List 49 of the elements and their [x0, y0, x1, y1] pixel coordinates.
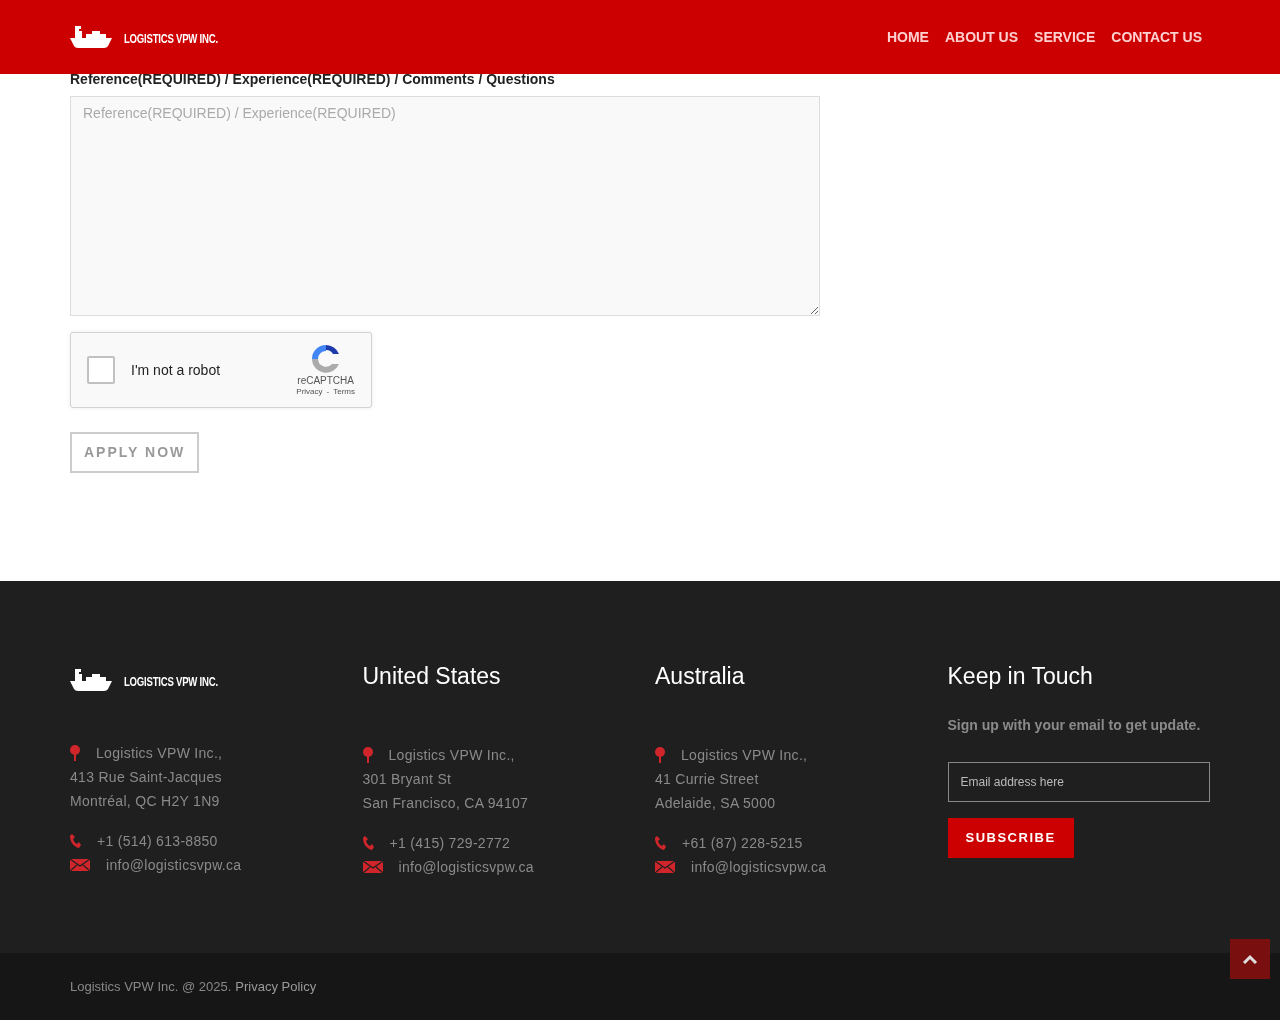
terms-link[interactable]: Terms [333, 387, 355, 397]
nav-link[interactable]: CONTACT US [1111, 26, 1202, 48]
apply-now-button[interactable]: APPLY NOW [70, 432, 200, 473]
captcha-label: I'm not a robot [131, 360, 222, 380]
map-pin-icon [70, 745, 80, 761]
subscribe-button[interactable]: SUBSCRIBE [947, 818, 1074, 858]
address-line: 41 Currie Street [655, 770, 759, 789]
nav-link[interactable]: ABOUT US [944, 26, 1019, 48]
captcha-checkbox[interactable] [87, 356, 115, 384]
phone-number: +61 (87) 228-5215 [682, 834, 803, 853]
copyright-text: Logistics VPW Inc. @ 2025. [70, 977, 232, 996]
phone-icon [70, 834, 81, 848]
email-field[interactable]: Email address here [947, 762, 1210, 802]
column-title: Keep in Touch [947, 662, 1094, 691]
logo-text: LOGISTICS VPW INC. [124, 674, 218, 691]
address-line: Adelaide, SA 5000 [655, 794, 776, 813]
privacy-policy-link[interactable]: Privacy Policy [235, 976, 317, 997]
chevron-up-icon [1242, 954, 1258, 964]
mail-icon [70, 859, 90, 871]
email-address: info@logisticsvpw.ca [691, 858, 827, 877]
map-pin-icon [362, 747, 373, 763]
captcha-brand: reCAPTCHA [297, 375, 354, 387]
map-pin-icon [655, 747, 665, 763]
signup-text: Sign up with your email to get update. [947, 716, 1202, 735]
logo-text: LOGISTICS VPW INC. [124, 31, 218, 48]
address-line: 413 Rue Saint-Jacques [70, 768, 222, 787]
mail-icon [362, 861, 383, 873]
address-line: Logistics VPW Inc., [388, 746, 515, 765]
phone-icon [362, 836, 374, 850]
phone-icon [655, 836, 666, 850]
address-line: Logistics VPW Inc., [681, 746, 808, 765]
address-line: 301 Bryant St [362, 770, 452, 789]
scroll-to-top-button[interactable] [1230, 939, 1270, 979]
phone-number: +1 (514) 613-8850 [97, 832, 218, 851]
phone-number: +1 (415) 729-2772 [389, 834, 511, 853]
nav-link[interactable]: SERVICE [1034, 26, 1096, 48]
nav-link[interactable]: HOME [886, 26, 929, 48]
recaptcha-logo-icon [309, 343, 342, 375]
column-title: Australia [655, 662, 746, 691]
email-address: info@logisticsvpw.ca [106, 856, 242, 875]
privacy-link[interactable]: Privacy [296, 387, 323, 397]
comments-field[interactable]: Reference(REQUIRED) / Experience(REQUIRED) [70, 96, 820, 316]
address-line: San Francisco, CA 94107 [362, 794, 529, 813]
separator-text: - [326, 387, 330, 397]
email-address: info@logisticsvpw.ca [398, 858, 534, 877]
mail-icon [655, 861, 675, 873]
address-line: Logistics VPW Inc., [96, 744, 223, 763]
column-title: United States [362, 662, 502, 691]
address-line: Montréal, QC H2Y 1N9 [70, 792, 220, 811]
